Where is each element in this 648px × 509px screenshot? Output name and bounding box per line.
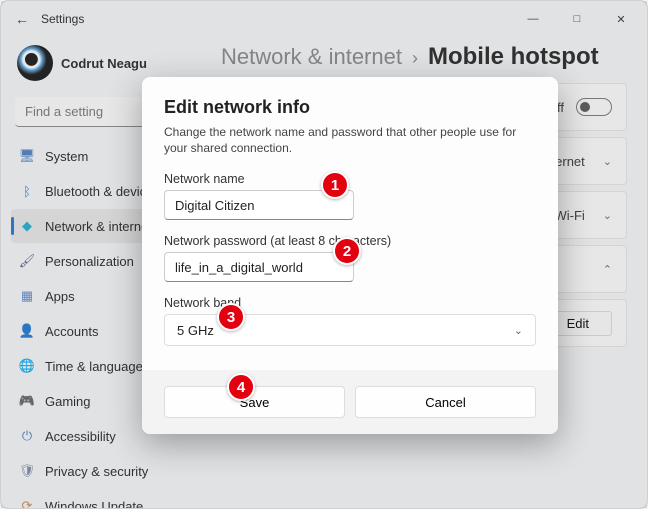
network-password-input[interactable] <box>164 252 354 282</box>
callout-4: 4 <box>227 373 255 401</box>
network-name-label: Network name <box>164 172 536 186</box>
chevron-down-icon: ⌄ <box>514 324 523 337</box>
save-button[interactable]: Save <box>164 386 345 418</box>
dialog-title: Edit network info <box>164 97 536 118</box>
callout-2: 2 <box>333 237 361 265</box>
settings-window: ← Settings — □ ✕ Codrut Neagu 🖥SystemᛒBl… <box>0 0 648 509</box>
dialog-description: Change the network name and password tha… <box>164 124 536 156</box>
callout-1: 1 <box>321 171 349 199</box>
cancel-button[interactable]: Cancel <box>355 386 536 418</box>
callout-3: 3 <box>217 303 245 331</box>
network-band-value: 5 GHz <box>177 323 214 338</box>
